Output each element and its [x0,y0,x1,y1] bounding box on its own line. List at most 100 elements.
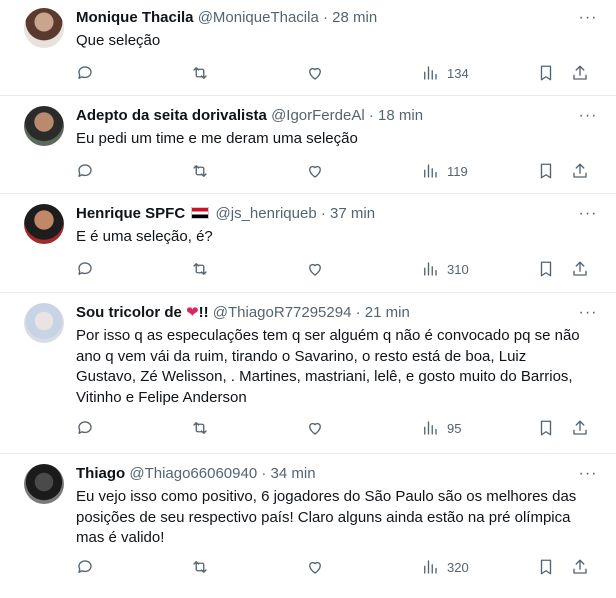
tweet-text: Eu pedi um time e me deram uma seleção [76,130,358,147]
share-button[interactable] [571,160,589,182]
views-button[interactable]: 95 [421,417,461,439]
share-button[interactable] [571,62,589,84]
retweet-button[interactable] [191,160,209,182]
avatar[interactable] [24,8,64,48]
like-icon [309,263,321,276]
tweet[interactable]: Monique Thacila @MoniqueThacila · 28 min… [0,0,616,96]
tweet-text-line: Por isso q as especulações tem q ser alg… [76,327,580,344]
more-dots-icon[interactable]: ··· [578,106,598,126]
retweet-button[interactable] [191,62,209,84]
like-button[interactable] [306,258,324,280]
user-handle[interactable]: @ThiagoR77295294 [213,304,352,321]
action-bar: 310 [0,258,616,280]
tweet-text: Que seleção [76,32,161,49]
display-name[interactable]: Monique Thacila [76,9,194,26]
action-bar: 134 [0,62,616,84]
reply-button[interactable] [76,417,94,439]
more-dots-icon[interactable]: ··· [578,8,598,28]
reply-button[interactable] [76,556,94,578]
reply-button[interactable] [76,62,94,84]
separator: · [320,205,326,222]
reply-icon [78,421,92,434]
display-name[interactable]: Thiago [76,465,125,482]
more-dots-icon[interactable]: ··· [578,464,598,484]
user-handle[interactable]: @IgorFerdeAl [271,107,365,124]
bookmark-button[interactable] [537,556,555,578]
tweet-text-line: Vitinho e Felipe Anderson [76,388,247,406]
red-heart-icon: ❤ [186,304,199,321]
tweet-header: Sou tricolor de ❤!! @ThiagoR77295294 · 2… [76,303,566,323]
more-dots-icon[interactable]: ··· [578,204,598,224]
avatar[interactable] [24,464,64,504]
views-icon [424,262,437,276]
retweet-icon [193,422,207,434]
reply-feed: Monique Thacila @MoniqueThacila · 28 min… [0,0,616,598]
tweet-text-line: Gustavo, Zé Welisson, . Martines, mastri… [76,368,573,385]
retweet-button[interactable] [191,258,209,280]
tweet-text-line: posições de seu respectivo país! Claro a… [76,508,571,526]
retweet-button[interactable] [191,417,209,439]
separator: · [322,9,328,26]
like-button[interactable] [306,62,324,84]
like-button[interactable] [306,417,324,439]
share-button[interactable] [571,417,589,439]
bookmark-icon [540,261,552,277]
bookmark-icon [540,163,552,179]
tweet-text-line: Eu vejo isso como positivo, 6 jogadores … [76,488,577,505]
views-icon [424,66,437,80]
tweet-text-line: ano q vem vái da ruim, tirando o Savarin… [76,347,527,365]
egypt-flag-icon [191,207,210,219]
retweet-button[interactable] [191,556,209,578]
more-dots-icon[interactable]: ··· [578,303,598,323]
like-icon [309,67,321,80]
avatar[interactable] [24,303,64,343]
bookmark-button[interactable] [537,160,555,182]
user-handle[interactable]: @MoniqueThacila [198,9,319,26]
views-button[interactable]: 119 [421,160,468,182]
share-icon [573,420,587,435]
tweet[interactable]: Sou tricolor de ❤!! @ThiagoR77295294 · 2… [0,293,616,454]
like-icon [309,561,321,574]
views-button[interactable]: 134 [421,62,469,84]
display-name[interactable]: Henrique SPFC [76,205,185,222]
bookmark-button[interactable] [537,417,555,439]
reply-icon [78,66,92,79]
user-handle[interactable]: @js_henriqueb [216,205,317,222]
like-button[interactable] [306,556,324,578]
reply-icon [78,262,92,275]
reply-button[interactable] [76,258,94,280]
views-button[interactable]: 310 [421,258,469,280]
tweet[interactable]: Henrique SPFC @js_henriqueb · 37 min ···… [0,194,616,293]
tweet-header: Henrique SPFC @js_henriqueb · 37 min [76,204,566,224]
retweet-icon [193,561,207,573]
timestamp[interactable]: 37 min [330,205,375,222]
views-icon [424,421,437,435]
share-button[interactable] [571,556,589,578]
timestamp[interactable]: 34 min [271,465,316,482]
like-icon [309,165,321,178]
timestamp[interactable]: 18 min [378,107,423,124]
tweet-header: Adepto da seita dorivalista @IgorFerdeAl… [76,106,566,126]
display-name[interactable]: Adepto da seita dorivalista [76,107,267,124]
timestamp[interactable]: 28 min [332,9,377,26]
retweet-icon [193,165,207,177]
avatar[interactable] [24,204,64,244]
bookmark-button[interactable] [537,258,555,280]
tweet[interactable]: Adepto da seita dorivalista @IgorFerdeAl… [0,96,616,194]
timestamp[interactable]: 21 min [365,304,410,321]
share-icon [573,261,587,276]
display-name-prefix[interactable]: Sou tricolor de [76,304,182,321]
display-name-suffix[interactable]: !! [199,304,209,321]
views-icon [424,164,437,178]
action-bar: 95 [0,417,616,439]
avatar[interactable] [24,106,64,146]
action-bar: 320 [0,556,616,578]
tweet[interactable]: Thiago @Thiago66060940 · 34 min ··· Eu v… [0,454,616,598]
like-button[interactable] [306,160,324,182]
share-button[interactable] [571,258,589,280]
views-button[interactable]: 320 [421,556,469,578]
bookmark-button[interactable] [537,62,555,84]
reply-icon [78,560,92,573]
reply-button[interactable] [76,160,94,182]
user-handle[interactable]: @Thiago66060940 [129,465,257,482]
